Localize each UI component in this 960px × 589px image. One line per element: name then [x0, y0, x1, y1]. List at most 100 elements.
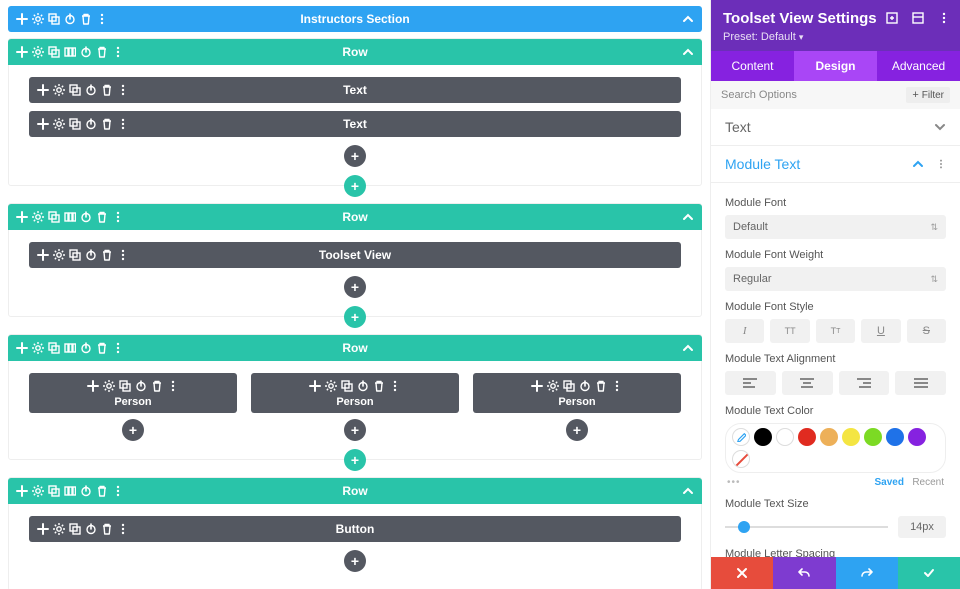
module[interactable]: Toolset View	[29, 242, 681, 268]
collapse-icon[interactable]	[682, 13, 694, 25]
copy-icon[interactable]	[46, 44, 62, 60]
trash-icon[interactable]	[371, 378, 387, 394]
gear-icon[interactable]	[30, 11, 46, 27]
move-icon[interactable]	[529, 378, 545, 394]
move-icon[interactable]	[14, 44, 30, 60]
tab-advanced[interactable]: Advanced	[877, 51, 960, 81]
trash-icon[interactable]	[99, 521, 115, 537]
module[interactable]: Person	[251, 373, 459, 413]
accordion-text[interactable]: Text	[711, 109, 960, 146]
style-underline-button[interactable]: U	[861, 319, 900, 343]
size-value[interactable]: 14px	[898, 516, 946, 538]
expand-icon[interactable]	[886, 12, 900, 26]
move-icon[interactable]	[14, 209, 30, 225]
style-smallcaps-button[interactable]: TT	[816, 319, 855, 343]
power-icon[interactable]	[78, 209, 94, 225]
align-justify-button[interactable]	[895, 371, 946, 395]
collapse-icon[interactable]	[682, 211, 694, 223]
move-icon[interactable]	[307, 378, 323, 394]
gear-icon[interactable]	[323, 378, 339, 394]
add-row-button[interactable]: +	[344, 449, 366, 471]
gear-icon[interactable]	[30, 44, 46, 60]
gear-icon[interactable]	[30, 483, 46, 499]
add-module-button[interactable]: +	[344, 419, 366, 441]
copy-icon[interactable]	[46, 483, 62, 499]
row-bar[interactable]: Row	[8, 335, 702, 361]
power-icon[interactable]	[83, 521, 99, 537]
add-module-button[interactable]: +	[122, 419, 144, 441]
redo-button[interactable]	[836, 557, 898, 589]
more-icon[interactable]	[94, 11, 110, 27]
more-icon[interactable]	[115, 82, 131, 98]
trash-icon[interactable]	[99, 82, 115, 98]
search-input[interactable]: Search Options	[721, 89, 797, 101]
swatch-saved-tab[interactable]: Saved	[875, 477, 904, 488]
gear-icon[interactable]	[51, 116, 67, 132]
style-strike-button[interactable]: S	[907, 319, 946, 343]
swatch-recent-tab[interactable]: Recent	[912, 477, 944, 488]
color-swatch[interactable]	[908, 428, 926, 446]
copy-icon[interactable]	[67, 521, 83, 537]
align-left-button[interactable]	[725, 371, 776, 395]
trash-icon[interactable]	[94, 44, 110, 60]
power-icon[interactable]	[133, 378, 149, 394]
cancel-button[interactable]	[711, 557, 773, 589]
gear-icon[interactable]	[30, 209, 46, 225]
filter-button[interactable]: +Filter	[906, 87, 950, 103]
power-icon[interactable]	[83, 82, 99, 98]
style-italic-button[interactable]: I	[725, 319, 764, 343]
power-icon[interactable]	[83, 247, 99, 263]
power-icon[interactable]	[83, 116, 99, 132]
power-icon[interactable]	[355, 378, 371, 394]
color-swatch[interactable]	[864, 428, 882, 446]
add-module-button[interactable]: +	[344, 550, 366, 572]
gear-icon[interactable]	[51, 521, 67, 537]
gear-icon[interactable]	[30, 340, 46, 356]
size-slider[interactable]	[725, 517, 888, 537]
trash-icon[interactable]	[99, 247, 115, 263]
more-icon[interactable]	[936, 159, 946, 169]
move-icon[interactable]	[35, 116, 51, 132]
trash-icon[interactable]	[99, 116, 115, 132]
more-icon[interactable]	[110, 44, 126, 60]
move-icon[interactable]	[35, 247, 51, 263]
trash-icon[interactable]	[593, 378, 609, 394]
columns-icon[interactable]	[62, 483, 78, 499]
trash-icon[interactable]	[149, 378, 165, 394]
module[interactable]: Text	[29, 111, 681, 137]
power-icon[interactable]	[78, 483, 94, 499]
copy-icon[interactable]	[46, 209, 62, 225]
add-module-button[interactable]: +	[344, 145, 366, 167]
add-row-button[interactable]: +	[344, 306, 366, 328]
move-icon[interactable]	[85, 378, 101, 394]
add-module-button[interactable]: +	[344, 276, 366, 298]
color-swatch[interactable]	[820, 428, 838, 446]
undo-button[interactable]	[773, 557, 835, 589]
more-icon[interactable]	[115, 116, 131, 132]
power-icon[interactable]	[62, 11, 78, 27]
color-picker-button[interactable]	[732, 428, 750, 446]
align-center-button[interactable]	[782, 371, 833, 395]
more-icon[interactable]	[110, 340, 126, 356]
gear-icon[interactable]	[51, 247, 67, 263]
layout-icon[interactable]	[912, 12, 926, 26]
gear-icon[interactable]	[545, 378, 561, 394]
copy-icon[interactable]	[67, 247, 83, 263]
copy-icon[interactable]	[67, 116, 83, 132]
tab-content[interactable]: Content	[711, 51, 794, 81]
module[interactable]: Person	[29, 373, 237, 413]
copy-icon[interactable]	[117, 378, 133, 394]
row-bar[interactable]: Row	[8, 39, 702, 65]
trash-icon[interactable]	[94, 340, 110, 356]
copy-icon[interactable]	[67, 82, 83, 98]
columns-icon[interactable]	[62, 44, 78, 60]
gear-icon[interactable]	[51, 82, 67, 98]
add-row-button[interactable]: +	[344, 175, 366, 197]
collapse-icon[interactable]	[682, 485, 694, 497]
save-button[interactable]	[898, 557, 960, 589]
more-icon[interactable]	[387, 378, 403, 394]
slider-thumb[interactable]	[738, 521, 750, 533]
row-bar[interactable]: Row	[8, 478, 702, 504]
accordion-module-text[interactable]: Module Text	[711, 146, 960, 183]
style-uppercase-button[interactable]: TT	[770, 319, 809, 343]
